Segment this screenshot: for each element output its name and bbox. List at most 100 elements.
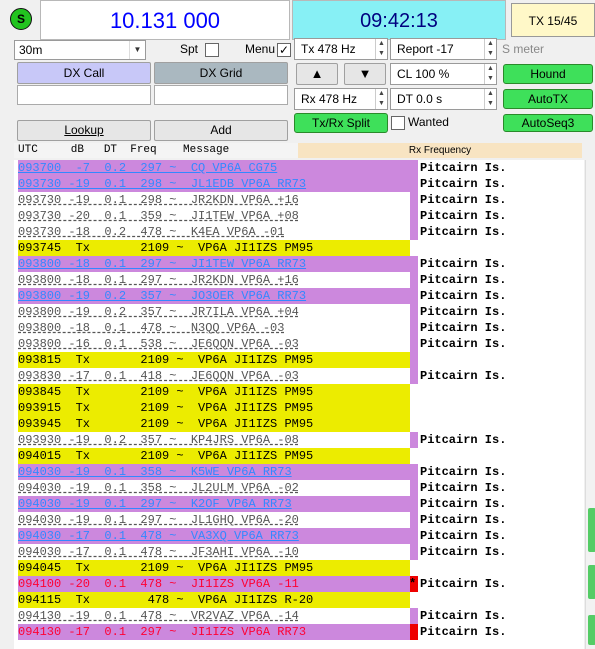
band-select[interactable]: 30m ▼ bbox=[14, 40, 146, 60]
rx-frequency-entry: Pitcairn Is. bbox=[420, 225, 507, 239]
decode-message: 093830 -17 0.1 418 ~ JE6QQN VP6A -03 bbox=[18, 369, 299, 383]
menu-label: Menu bbox=[245, 42, 276, 56]
decode-row[interactable]: 093730 -19 0.1 298 ~ JR2KDN VP6A +16 Pitc… bbox=[14, 192, 584, 208]
spot-checkbox[interactable] bbox=[205, 43, 219, 57]
decode-message: 094130 -17 0.1 297 ~ JI1IZS VP6A RR73 bbox=[18, 624, 410, 640]
freq-down-button[interactable]: ▼ bbox=[344, 63, 386, 85]
rx-marker bbox=[410, 608, 418, 624]
decode-row[interactable]: 093830 -17 0.1 418 ~ JE6QQN VP6A -03 Pitc… bbox=[14, 368, 584, 384]
rx-frequency-entry: Pitcairn Is. bbox=[420, 289, 507, 303]
decode-row[interactable]: 093800 -19 0.2 357 ~ JO3OER VP6A RR73 Pit… bbox=[14, 288, 584, 304]
decode-list[interactable]: 093700 -7 0.2 297 ~ CQ VP6A CG75 Pitcairn… bbox=[14, 160, 584, 649]
decode-row[interactable]: 094030 -17 0.1 478 ~ JF3AHI VP6A -10 Pitc… bbox=[14, 544, 584, 560]
decode-row[interactable]: 093800 -18 0.1 297 ~ JR2KDN VP6A +16 Pitc… bbox=[14, 272, 584, 288]
decode-message: 094015 Tx 2109 ~ VP6A JI1IZS PM95 bbox=[18, 448, 410, 464]
decode-row[interactable]: 093800 -18 0.1 297 ~ JI1TEW VP6A RR73 Pit… bbox=[14, 256, 584, 272]
menu-checkbox[interactable]: ✓ bbox=[277, 43, 291, 57]
decode-row[interactable]: 094115 Tx 478 ~ VP6A JI1IZS R-20 bbox=[14, 592, 584, 608]
chevron-down-icon: ▼ bbox=[129, 41, 145, 59]
wanted-checkbox[interactable] bbox=[391, 116, 405, 130]
dx-grid-input[interactable] bbox=[154, 85, 288, 105]
decode-row[interactable]: 094030 -19 0.1 297 ~ JL1GHQ VP6A -20 Pitc… bbox=[14, 512, 584, 528]
report-spinbox[interactable]: Report -17 ▲ ▼ bbox=[390, 38, 497, 60]
decode-message: 093730 -19 0.1 298 ~ JR2KDN VP6A +16 bbox=[18, 193, 299, 207]
decode-row[interactable]: 093800 -18 0.1 478 ~ N3QQ VP6A -03 Pitcai… bbox=[14, 320, 584, 336]
decode-message: 094030 -17 0.1 478 ~ VA3XQ VP6A RR73 bbox=[18, 528, 410, 544]
decode-message: 094100 -20 0.1 478 ~ JI1IZS VP6A -11 bbox=[18, 576, 410, 592]
status-indicator: S bbox=[10, 8, 32, 30]
dial-frequency-display: 10.131 000 bbox=[40, 0, 290, 40]
decode-message: 093930 -19 0.2 357 ~ KP4JRS VP6A -08 bbox=[18, 433, 299, 447]
decode-message: 094030 -19 0.1 297 ~ K2OF VP6A RR73 bbox=[18, 496, 410, 512]
decode-row[interactable]: 094015 Tx 2109 ~ VP6A JI1IZS PM95 bbox=[14, 448, 584, 464]
autoseq-button[interactable]: AutoSeq3 bbox=[503, 114, 593, 132]
decode-message: 093730 -18 0.2 478 ~ K4EA VP6A -01 bbox=[18, 225, 285, 239]
decode-row[interactable]: 093730 -20 0.1 359 ~ JI1TEW VP6A +08 Pitc… bbox=[14, 208, 584, 224]
decode-message: 093800 -19 0.2 357 ~ JO3OER VP6A RR73 bbox=[18, 288, 410, 304]
add-button[interactable]: Add bbox=[154, 120, 288, 141]
decode-row[interactable]: 093730 -19 0.1 298 ~ JL1EDB VP6A RR73 Pit… bbox=[14, 176, 584, 192]
decode-message: 093800 -16 0.1 538 ~ JE6QQN VP6A -03 bbox=[18, 337, 299, 351]
rx-frequency-spinbox[interactable]: Rx 478 Hz ▲ ▼ bbox=[294, 88, 388, 110]
dx-call-button[interactable]: DX Call bbox=[17, 62, 151, 84]
rx-frequency-entry: Pitcairn Is. bbox=[420, 481, 507, 495]
decode-row[interactable]: 093945 Tx 2109 ~ VP6A JI1IZS PM95 bbox=[14, 416, 584, 432]
rx-marker bbox=[410, 288, 418, 304]
rx-frequency-entry: Pitcairn Is. bbox=[420, 337, 507, 351]
rx-frequency-entry: Pitcairn Is. bbox=[420, 161, 507, 175]
decode-row[interactable]: 093800 -16 0.1 538 ~ JE6QQN VP6A -03 Pitc… bbox=[14, 336, 584, 352]
rx-marker bbox=[410, 368, 418, 384]
decode-row[interactable]: 094030 -19 0.1 297 ~ K2OF VP6A RR73 Pitca… bbox=[14, 496, 584, 512]
rx-marker bbox=[410, 208, 418, 224]
decode-message: 094030 -19 0.1 358 ~ K5WE VP6A RR73 bbox=[18, 464, 410, 480]
rx-frequency-entry: Pitcairn Is. bbox=[420, 545, 507, 559]
txrx-split-button[interactable]: Tx/Rx Split bbox=[294, 113, 388, 133]
scroll-indicator bbox=[588, 615, 595, 645]
tx-frequency-spinbox[interactable]: Tx 478 Hz ▲ ▼ bbox=[294, 38, 388, 60]
decode-row[interactable]: 093800 -19 0.2 357 ~ JR7ILA VP6A +04 Pitc… bbox=[14, 304, 584, 320]
decode-row[interactable]: 093845 Tx 2109 ~ VP6A JI1IZS PM95 bbox=[14, 384, 584, 400]
rx-marker bbox=[410, 624, 418, 640]
rx-frequency-value: Rx 478 Hz bbox=[301, 92, 358, 106]
dx-grid-button[interactable]: DX Grid bbox=[154, 62, 288, 84]
rx-marker bbox=[410, 176, 418, 192]
autotx-button[interactable]: AutoTX bbox=[503, 89, 593, 109]
dx-call-input[interactable] bbox=[17, 85, 151, 105]
rx-frequency-entry: Pitcairn Is. bbox=[420, 209, 507, 223]
report-value: Report -17 bbox=[397, 42, 454, 56]
decode-row[interactable]: 094130 -17 0.1 297 ~ JI1IZS VP6A RR73 Pit… bbox=[14, 624, 584, 640]
lookup-button[interactable]: Lookup bbox=[17, 120, 151, 141]
freq-up-button[interactable]: ▲ bbox=[296, 63, 338, 85]
decode-row[interactable]: 093745 Tx 2109 ~ VP6A JI1IZS PM95 bbox=[14, 240, 584, 256]
rx-frequency-entry: Pitcairn Is. bbox=[420, 433, 507, 447]
rx-frequency-entry: Pitcairn Is. bbox=[420, 321, 507, 335]
decode-row[interactable]: 093730 -18 0.2 478 ~ K4EA VP6A -01 Pitcai… bbox=[14, 224, 584, 240]
cl-value: CL 100 % bbox=[397, 67, 450, 81]
scroll-indicator bbox=[588, 565, 595, 599]
decode-row[interactable]: 093815 Tx 2109 ~ VP6A JI1IZS PM95 bbox=[14, 352, 584, 368]
cl-spinbox[interactable]: CL 100 % ▲ ▼ bbox=[390, 63, 497, 85]
decode-row[interactable]: 094030 -19 0.1 358 ~ K5WE VP6A RR73 Pitca… bbox=[14, 464, 584, 480]
decode-row[interactable]: 093915 Tx 2109 ~ VP6A JI1IZS PM95 bbox=[14, 400, 584, 416]
decode-row[interactable]: 093930 -19 0.2 357 ~ KP4JRS VP6A -08 Pitc… bbox=[14, 432, 584, 448]
rx-marker bbox=[410, 480, 418, 496]
decode-row[interactable]: 094030 -17 0.1 478 ~ VA3XQ VP6A RR73 Pitc… bbox=[14, 528, 584, 544]
decode-row[interactable]: 094100 -20 0.1 478 ~ JI1IZS VP6A -11 Pitc… bbox=[14, 576, 584, 592]
decode-row[interactable]: 094130 -19 0.1 478 ~ VR2VAZ VP6A -14 Pitc… bbox=[14, 608, 584, 624]
scrollbar[interactable] bbox=[585, 160, 595, 649]
rx-marker bbox=[410, 304, 418, 320]
rx-marker bbox=[410, 336, 418, 352]
hound-button[interactable]: Hound bbox=[503, 64, 593, 84]
decode-row[interactable]: 093700 -7 0.2 297 ~ CQ VP6A CG75 Pitcairn… bbox=[14, 160, 584, 176]
decode-row[interactable]: 094045 Tx 2109 ~ VP6A JI1IZS PM95 bbox=[14, 560, 584, 576]
decode-row[interactable]: 094030 -19 0.1 358 ~ JL2ULM VP6A -02 Pitc… bbox=[14, 480, 584, 496]
decode-message: 094030 -19 0.1 297 ~ JL1GHQ VP6A -20 bbox=[18, 513, 299, 527]
dt-spinbox[interactable]: DT 0.0 s ▲ ▼ bbox=[390, 88, 497, 110]
rx-marker bbox=[410, 528, 418, 544]
rx-frequency-entry: Pitcairn Is. bbox=[420, 465, 507, 479]
decode-message: 094030 -17 0.1 478 ~ JF3AHI VP6A -10 bbox=[18, 545, 299, 559]
decode-message: 093745 Tx 2109 ~ VP6A JI1IZS PM95 bbox=[18, 240, 410, 256]
decode-message: 093800 -19 0.2 357 ~ JR7ILA VP6A +04 bbox=[18, 305, 299, 319]
s-meter-label: S meter bbox=[502, 42, 545, 56]
rx-frequency-entry: Pitcairn Is. bbox=[420, 273, 507, 287]
